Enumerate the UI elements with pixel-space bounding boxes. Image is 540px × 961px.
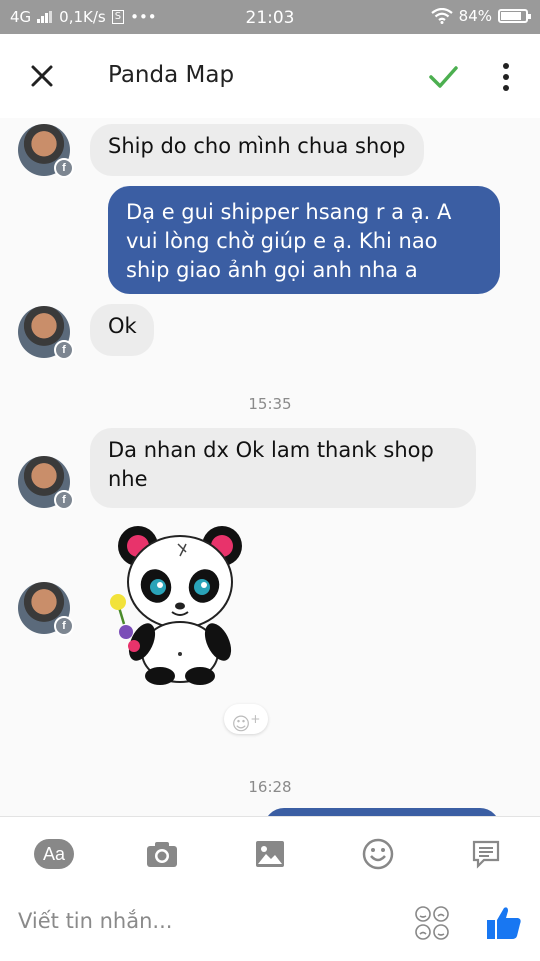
- check-icon[interactable]: [426, 60, 460, 94]
- panda-sticker[interactable]: [108, 524, 248, 686]
- battery-icon: [498, 9, 531, 23]
- message-bubble-incoming[interactable]: Ok: [90, 304, 154, 356]
- avatar[interactable]: f: [18, 456, 74, 510]
- conversation-header: Panda Map: [0, 34, 540, 118]
- emoji-icon: [362, 838, 394, 870]
- text-format-button[interactable]: Aa: [34, 837, 74, 871]
- wifi-icon: [430, 8, 453, 24]
- facebook-badge-icon: f: [54, 490, 74, 510]
- close-icon[interactable]: [26, 60, 58, 92]
- page-title[interactable]: Panda Map: [108, 62, 234, 88]
- avatar[interactable]: f: [18, 582, 74, 636]
- chat-bubble-icon: [472, 840, 500, 869]
- facebook-badge-icon: f: [54, 158, 74, 178]
- message-bubble-outgoing[interactable]: [264, 808, 500, 816]
- avatar[interactable]: f: [18, 306, 74, 360]
- image-button[interactable]: [252, 837, 288, 871]
- status-bar: 4G 0,1K/s S ••• 21:03 84%: [0, 0, 540, 34]
- like-icon[interactable]: [484, 903, 524, 943]
- message-input[interactable]: Viết tin nhắn...: [18, 909, 172, 933]
- message-bubble-incoming[interactable]: Da nhan dx Ok lam thank shop nhe: [90, 428, 476, 508]
- chat-bubble-button[interactable]: [468, 837, 504, 871]
- sticker-picker-icon[interactable]: [414, 905, 450, 941]
- camera-button[interactable]: [144, 837, 180, 871]
- more-vertical-icon[interactable]: [496, 60, 516, 94]
- aa-label: Aa: [34, 839, 74, 869]
- emoji-button[interactable]: [360, 837, 396, 871]
- add-reaction-button[interactable]: ☺+: [224, 704, 268, 735]
- camera-icon: [147, 842, 177, 867]
- image-icon: [256, 841, 284, 867]
- message-list[interactable]: f Ship do cho mình chua shop Dạ e gui sh…: [0, 118, 540, 816]
- avatar[interactable]: f: [18, 124, 74, 178]
- message-composer: Aa Viết tin nhắn...: [0, 816, 540, 961]
- battery-percent: 84%: [458, 7, 492, 25]
- timestamp: 16:28: [248, 778, 292, 796]
- message-bubble-incoming[interactable]: Ship do cho mình chua shop: [90, 124, 424, 176]
- timestamp: 15:35: [248, 395, 292, 413]
- facebook-badge-icon: f: [54, 340, 74, 360]
- message-bubble-outgoing[interactable]: Dạ e gui shipper hsang r a ạ. A vui lòng…: [108, 186, 500, 294]
- facebook-badge-icon: f: [54, 616, 74, 636]
